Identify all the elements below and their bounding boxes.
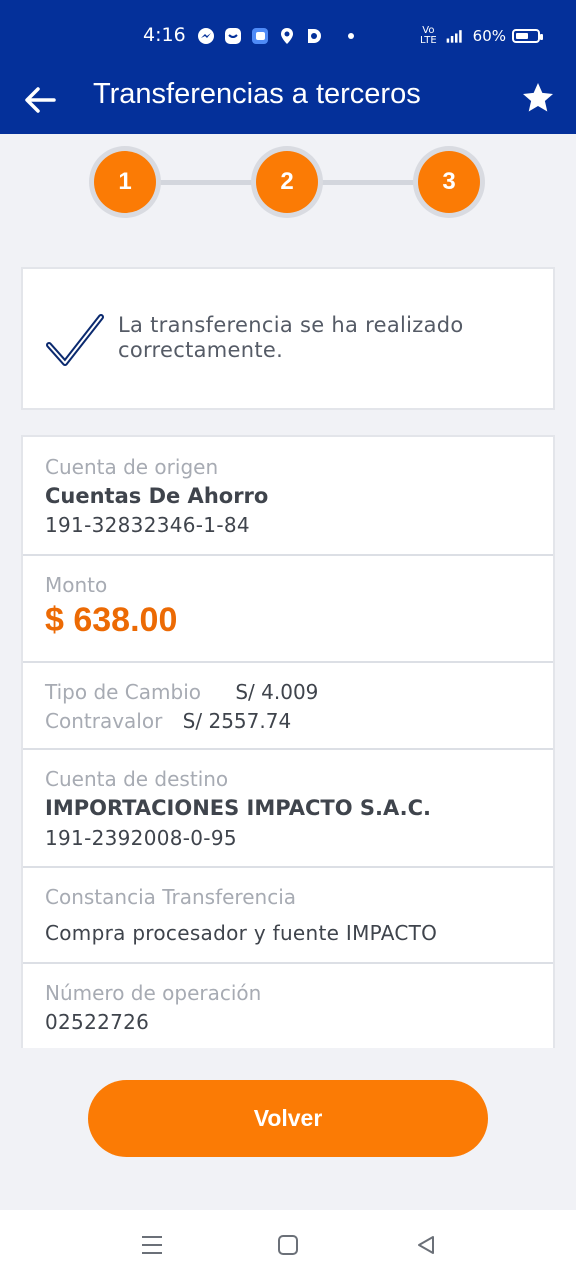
step-connector	[160, 180, 254, 185]
origin-account-label: Cuenta de origen	[45, 455, 219, 479]
battery-icon	[512, 29, 543, 43]
step-3-number: 3	[418, 151, 480, 213]
counter-value-label: Contravalor	[45, 709, 163, 733]
exchange-rate-label: Tipo de Cambio	[45, 680, 201, 704]
dot-icon	[341, 26, 361, 46]
home-square-icon	[278, 1235, 298, 1255]
battery-percent: 60%	[472, 27, 506, 45]
system-nav-bar	[0, 1210, 576, 1280]
back-triangle-icon	[418, 1236, 434, 1254]
exchange-rate-row: Tipo de Cambio S/ 4.009	[45, 680, 318, 704]
destination-account-label: Cuenta de destino	[45, 767, 229, 791]
step-1: 1	[89, 146, 161, 218]
step-2: 2	[251, 146, 323, 218]
volver-button[interactable]: Volver	[88, 1080, 488, 1157]
destination-account-number: 191-2392008-0-95	[45, 826, 237, 850]
origin-account-number: 191-32832346-1-84	[45, 513, 250, 537]
favorite-button[interactable]	[518, 78, 558, 118]
receipt-label: Constancia Transferencia	[45, 885, 297, 909]
app-square-icon	[250, 26, 270, 46]
recent-apps-button[interactable]	[139, 1232, 165, 1258]
amount-label: Monto	[45, 573, 108, 597]
step-1-number: 1	[94, 151, 156, 213]
system-back-button[interactable]	[413, 1232, 439, 1258]
arrow-left-icon	[25, 87, 56, 113]
success-card: La transferencia se ha realizado correct…	[21, 267, 555, 410]
step-2-number: 2	[256, 151, 318, 213]
origin-account-name: Cuentas De Ahorro	[45, 484, 269, 508]
menu-lines-icon	[142, 1236, 162, 1254]
status-system-indicators: Vo LTE 60%	[420, 26, 543, 46]
step-3: 3	[413, 146, 485, 218]
exchange-section: Tipo de Cambio S/ 4.009 Contravalor S/ 2…	[23, 663, 553, 750]
amount-value: $ 638.00	[45, 601, 178, 639]
chat-bubble-icon	[223, 26, 243, 46]
counter-value-value: S/ 2557.74	[182, 709, 292, 733]
transfer-details-card: Cuenta de origen Cuentas De Ahorro 191-3…	[21, 435, 555, 1048]
back-button[interactable]	[20, 80, 60, 120]
destination-account-section: Cuenta de destino IMPORTACIONES IMPACTO …	[23, 750, 553, 868]
step-connector	[322, 180, 416, 185]
operation-section: Número de operación 02522726	[23, 964, 553, 1048]
status-time: 4:16	[143, 24, 186, 46]
battery-level-fill	[516, 33, 528, 39]
status-notification-icons	[196, 26, 361, 46]
page-title: Transferencias a terceros	[93, 78, 421, 110]
operation-number-value: 02522726	[45, 1010, 150, 1034]
d-app-icon	[304, 26, 324, 46]
volte-bottom: LTE	[420, 35, 437, 46]
receipt-section: Constancia Transferencia Compra procesad…	[23, 868, 553, 964]
operation-number-label: Número de operación	[45, 981, 262, 1005]
checkmark-icon	[46, 314, 104, 366]
progress-stepper: 1 2 3	[0, 134, 576, 234]
app-bar: Transferencias a terceros	[0, 72, 576, 134]
star-icon	[523, 83, 553, 112]
origin-account-section: Cuenta de origen Cuentas De Ahorro 191-3…	[23, 437, 553, 556]
messenger-icon	[196, 26, 216, 46]
counter-value-row: Contravalor S/ 2557.74	[45, 709, 291, 733]
exchange-rate-value: S/ 4.009	[235, 680, 319, 704]
receipt-value: Compra procesador y fuente IMPACTO	[45, 921, 438, 945]
destination-account-name: IMPORTACIONES IMPACTO S.A.C.	[45, 796, 431, 820]
success-message: La transferencia se ha realizado correct…	[118, 313, 538, 363]
success-message-line-1: La transferencia se ha realizado	[118, 313, 464, 337]
volte-indicator: Vo LTE	[420, 26, 437, 46]
home-button[interactable]	[275, 1232, 301, 1258]
amount-section: Monto $ 638.00	[23, 556, 553, 663]
app-screen: 4:16 Vo LTE 60% Transferencias a tercero…	[0, 0, 576, 1280]
signal-icon	[443, 26, 467, 46]
success-message-line-2: correctamente.	[118, 338, 284, 362]
location-icon	[277, 26, 297, 46]
status-bar: 4:16 Vo LTE 60%	[0, 0, 576, 72]
